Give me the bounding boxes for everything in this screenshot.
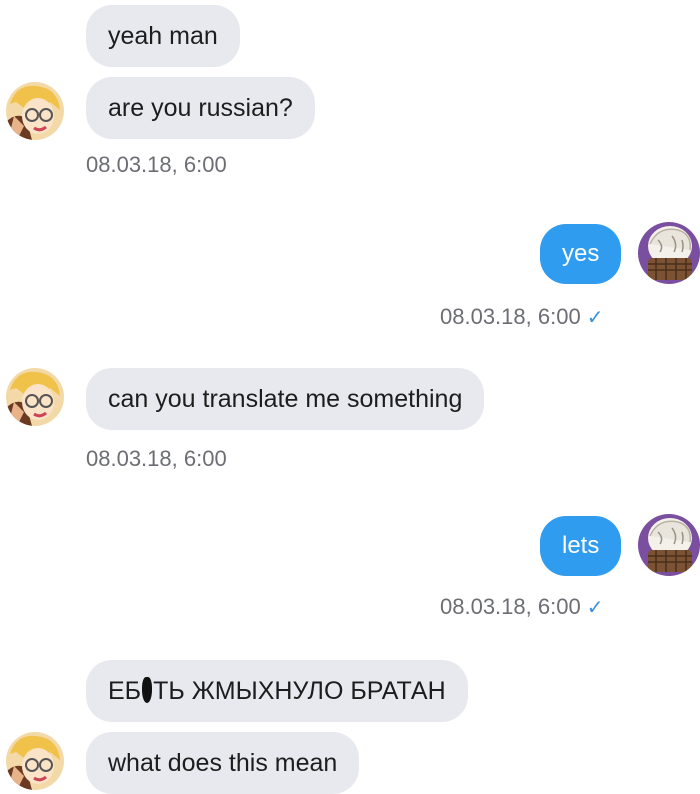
message-text: can you translate me something: [108, 385, 463, 413]
incoming-avatar[interactable]: [6, 368, 64, 426]
anime-character-avatar-icon: [6, 732, 64, 790]
scarf-character-avatar-icon: [638, 222, 700, 284]
message-timestamp: 08.03.18, 6:00: [86, 446, 227, 471]
message-text-start: ЕБ: [108, 677, 142, 705]
message-text: are you russian?: [108, 94, 293, 122]
scarf-character-avatar-icon: [638, 514, 700, 576]
message-bubble-outgoing[interactable]: lets: [540, 516, 622, 576]
message-bubble-incoming[interactable]: ЕБ ТЬ ЖМЫХНУЛО БРАТАН: [86, 660, 468, 722]
censor-mark: [142, 677, 153, 703]
message-bubble-outgoing[interactable]: yes: [540, 224, 622, 284]
message-timestamp: 08.03.18, 6:00: [440, 594, 581, 619]
message-text: lets: [562, 532, 600, 559]
check-icon: ✓: [586, 307, 604, 329]
outgoing-avatar[interactable]: [638, 222, 700, 284]
message-timestamp: 08.03.18, 6:00: [440, 304, 581, 329]
incoming-avatar[interactable]: [6, 82, 64, 140]
message-text-end: ТЬ ЖМЫХНУЛО БРАТАН: [153, 677, 446, 705]
anime-character-avatar-icon: [6, 368, 64, 426]
message-bubble-incoming[interactable]: can you translate me something: [86, 368, 485, 430]
message-text: what does this mean: [108, 749, 338, 777]
message-timestamp-row: 08.03.18, 6:00 ✓: [440, 594, 603, 620]
check-icon: ✓: [586, 597, 604, 619]
anime-character-avatar-icon: [6, 82, 64, 140]
message-text: yeah man: [108, 22, 218, 50]
outgoing-avatar[interactable]: [638, 514, 700, 576]
message-timestamp-row: 08.03.18, 6:00 ✓: [440, 304, 603, 330]
message-timestamp: 08.03.18, 6:00: [86, 152, 227, 177]
message-text: ЕБ ТЬ ЖМЫХНУЛО БРАТАН: [108, 676, 446, 706]
incoming-avatar[interactable]: [6, 732, 64, 790]
message-text: yes: [562, 240, 600, 267]
message-bubble-incoming[interactable]: yeah man: [86, 5, 240, 67]
message-bubble-incoming[interactable]: are you russian?: [86, 77, 315, 139]
message-bubble-incoming[interactable]: what does this mean: [86, 732, 360, 794]
